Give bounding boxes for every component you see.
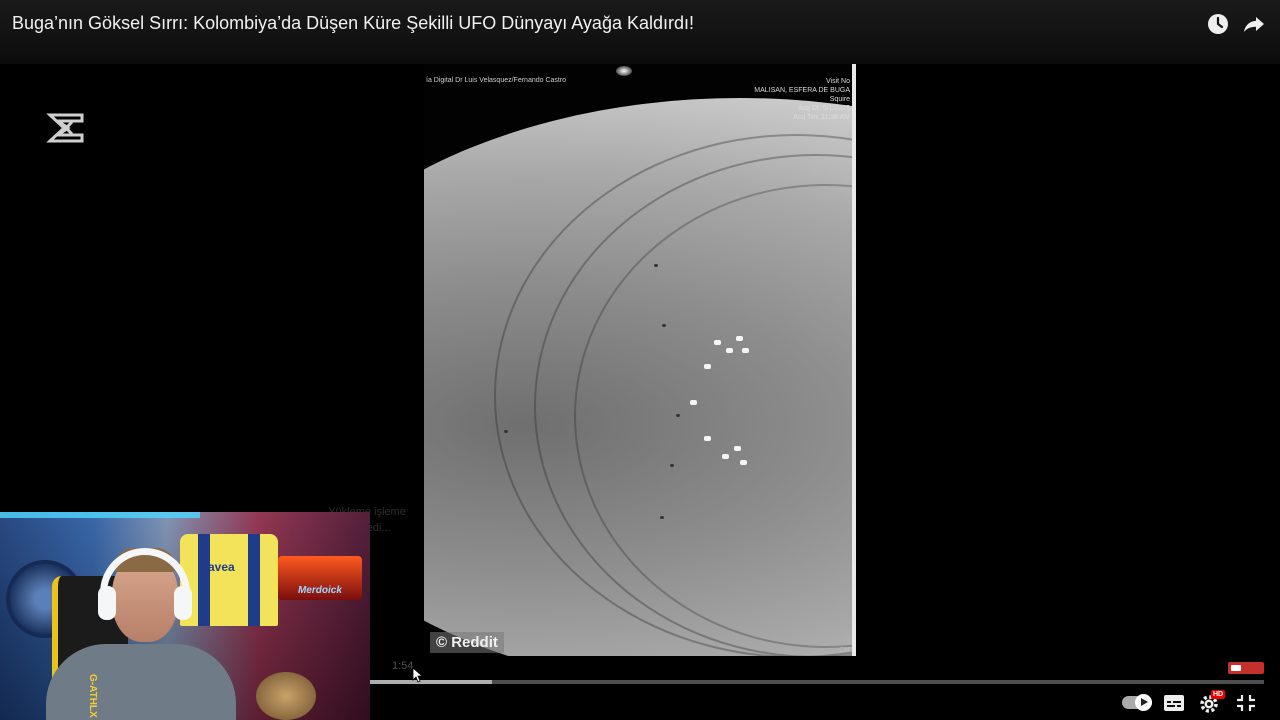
video-title: Buga’nın Göksel Sırrı: Kolombiya’da Düşe… (12, 13, 694, 33)
meta-line: Visit No (826, 78, 850, 85)
meta-line: Acq Tm: 11:38 AM (793, 114, 850, 121)
speck (676, 414, 680, 417)
meta-line: Acq Dt: 5/1/2025 (797, 105, 850, 112)
settings-button[interactable]: HD (1198, 690, 1226, 714)
time-display: 1:54 (392, 660, 414, 672)
speck (670, 464, 674, 467)
top-bar: Buga’nın Göksel Sırrı: Kolombiya’da Düşe… (0, 0, 1280, 64)
bright-spot (734, 446, 741, 451)
autoplay-toggle[interactable] (1122, 694, 1152, 711)
jersey-stripe (198, 534, 210, 626)
bright-spot (742, 348, 749, 353)
bright-spot (736, 336, 743, 341)
autoplay-play-icon (1135, 694, 1152, 711)
bright-spot (714, 340, 721, 345)
progress-buffered (370, 680, 493, 684)
speck (504, 430, 508, 433)
speck (662, 324, 666, 327)
corner-mark: CM (839, 647, 850, 654)
shirt-text: G-ATHLX (87, 674, 98, 718)
jersey-stripe (248, 534, 260, 626)
player-controls: 1:54 HD (370, 656, 1280, 720)
neon-sign-text: Merdoick (298, 585, 342, 596)
subtitles-icon[interactable] (1162, 692, 1186, 714)
headset-earcup (174, 586, 192, 620)
share-icon[interactable] (1242, 12, 1266, 36)
bright-spot (704, 364, 711, 369)
hd-badge: HD (1211, 690, 1226, 699)
headset-earcup (98, 586, 116, 620)
meta-line: MALISAN, ESFERA DE BUGA (754, 87, 850, 94)
youtube-badge-icon (1228, 662, 1264, 674)
jersey-text: avea (208, 560, 235, 574)
xray-credit: ía Digital Dr Luis Velasquez/Fernando Ca… (426, 77, 567, 84)
mouse-cursor-icon (412, 667, 422, 683)
jersey: avea (180, 534, 278, 626)
watch-later-icon[interactable] (1206, 12, 1230, 36)
bright-spot (690, 400, 697, 405)
bright-spot (740, 460, 747, 465)
bright-spot (704, 436, 711, 441)
light-flare (616, 66, 632, 76)
capcut-logo (46, 113, 84, 143)
xray-edge (852, 64, 856, 656)
exit-fullscreen-icon[interactable] (1234, 692, 1258, 714)
led-strip (0, 512, 200, 518)
person-shirt (46, 644, 236, 720)
speck (654, 264, 658, 267)
bright-spot (726, 348, 733, 353)
webcam-overlay: avea Merdoick G-ATHLX (0, 512, 370, 720)
meta-line: Squire (829, 96, 850, 103)
reddit-watermark: © Reddit (430, 632, 504, 653)
xray-image: ía Digital Dr Luis Velasquez/Fernando Ca… (424, 64, 856, 656)
xray-metadata: Visit No MALISAN, ESFERA DE BUGA Squire … (754, 77, 850, 122)
desk-item (256, 672, 316, 720)
speck (660, 516, 664, 519)
progress-bar[interactable] (370, 680, 1264, 684)
bright-spot (722, 454, 729, 459)
